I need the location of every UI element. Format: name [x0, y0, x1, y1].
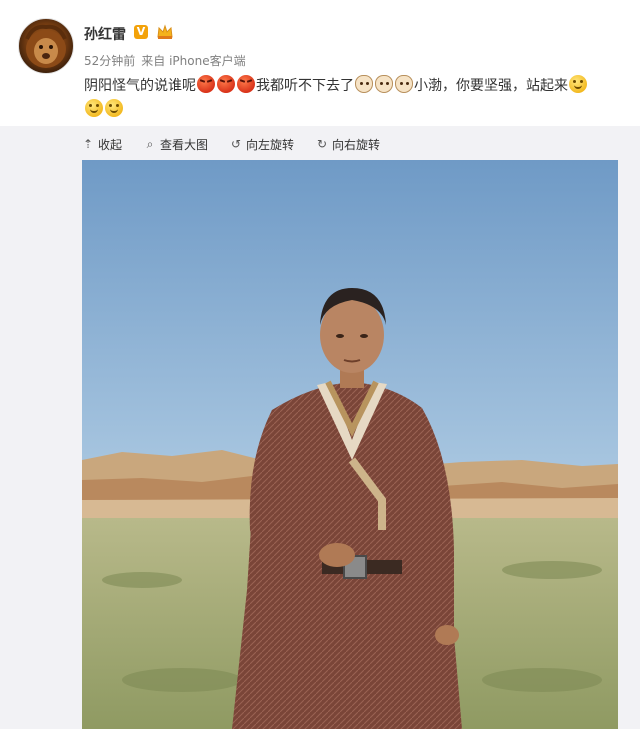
smile-face-icon: [85, 99, 103, 117]
collapse-label: 收起: [98, 137, 123, 152]
post-text-part2: 我都听不下去了: [256, 78, 354, 94]
post-text-part1: 阴阳怪气的说谁呢: [84, 78, 196, 94]
smile-face-icon: [105, 99, 123, 117]
avatar[interactable]: [18, 18, 74, 74]
username[interactable]: 孙红雷: [84, 24, 126, 44]
magnifier-icon: ⌕: [146, 136, 154, 151]
rotate-right-icon: ↻: [317, 137, 328, 151]
media-panel: ⇡ 收起 ⌕ 查看大图 ↺ 向左旋转 ↻ 向右旋转: [0, 126, 640, 729]
rotate-left-label: 向左旋转: [246, 137, 295, 152]
post-text: 阴阳怪气的说谁呢 我都听不下去了 小渤，你要坚强，站起来: [84, 74, 624, 122]
rotate-left-button[interactable]: ↺ 向左旋转: [230, 136, 294, 153]
smile-face-icon: [569, 75, 587, 93]
rotate-right-button[interactable]: ↻ 向右旋转: [316, 136, 380, 153]
angry-face-icon: [237, 75, 255, 93]
rotate-left-icon: ↺: [231, 137, 242, 151]
media-toolbar: ⇡ 收起 ⌕ 查看大图 ↺ 向左旋转 ↻ 向右旋转: [82, 134, 380, 154]
post-time[interactable]: 52分钟前: [84, 54, 135, 68]
collapse-button[interactable]: ⇡ 收起: [82, 136, 122, 153]
post-text-part3: 小渤，你要坚强，站起来: [414, 78, 568, 94]
angry-face-icon: [217, 75, 235, 93]
post-source[interactable]: 来自 iPhone客户端: [141, 54, 245, 68]
post-meta: 52分钟前 来自 iPhone客户端: [84, 52, 246, 69]
verified-badge: V: [134, 25, 148, 39]
collapse-up-icon: ⇡: [82, 137, 94, 151]
crown-icon: [157, 24, 173, 39]
weibo-post: 孙红雷 V 52分钟前 来自 iPhone客户端 阴阳怪气的说谁呢 我都听不下去了 小…: [0, 0, 640, 126]
view-large-button[interactable]: ⌕ 查看大图: [144, 136, 208, 153]
photo-man-in-desert: [82, 160, 618, 729]
rotate-right-label: 向右旋转: [332, 137, 381, 152]
cat-face-icon: [355, 75, 373, 93]
view-large-label: 查看大图: [160, 137, 209, 152]
cat-face-icon: [395, 75, 413, 93]
angry-face-icon: [197, 75, 215, 93]
cat-face-icon: [375, 75, 393, 93]
post-photo[interactable]: [82, 160, 618, 729]
